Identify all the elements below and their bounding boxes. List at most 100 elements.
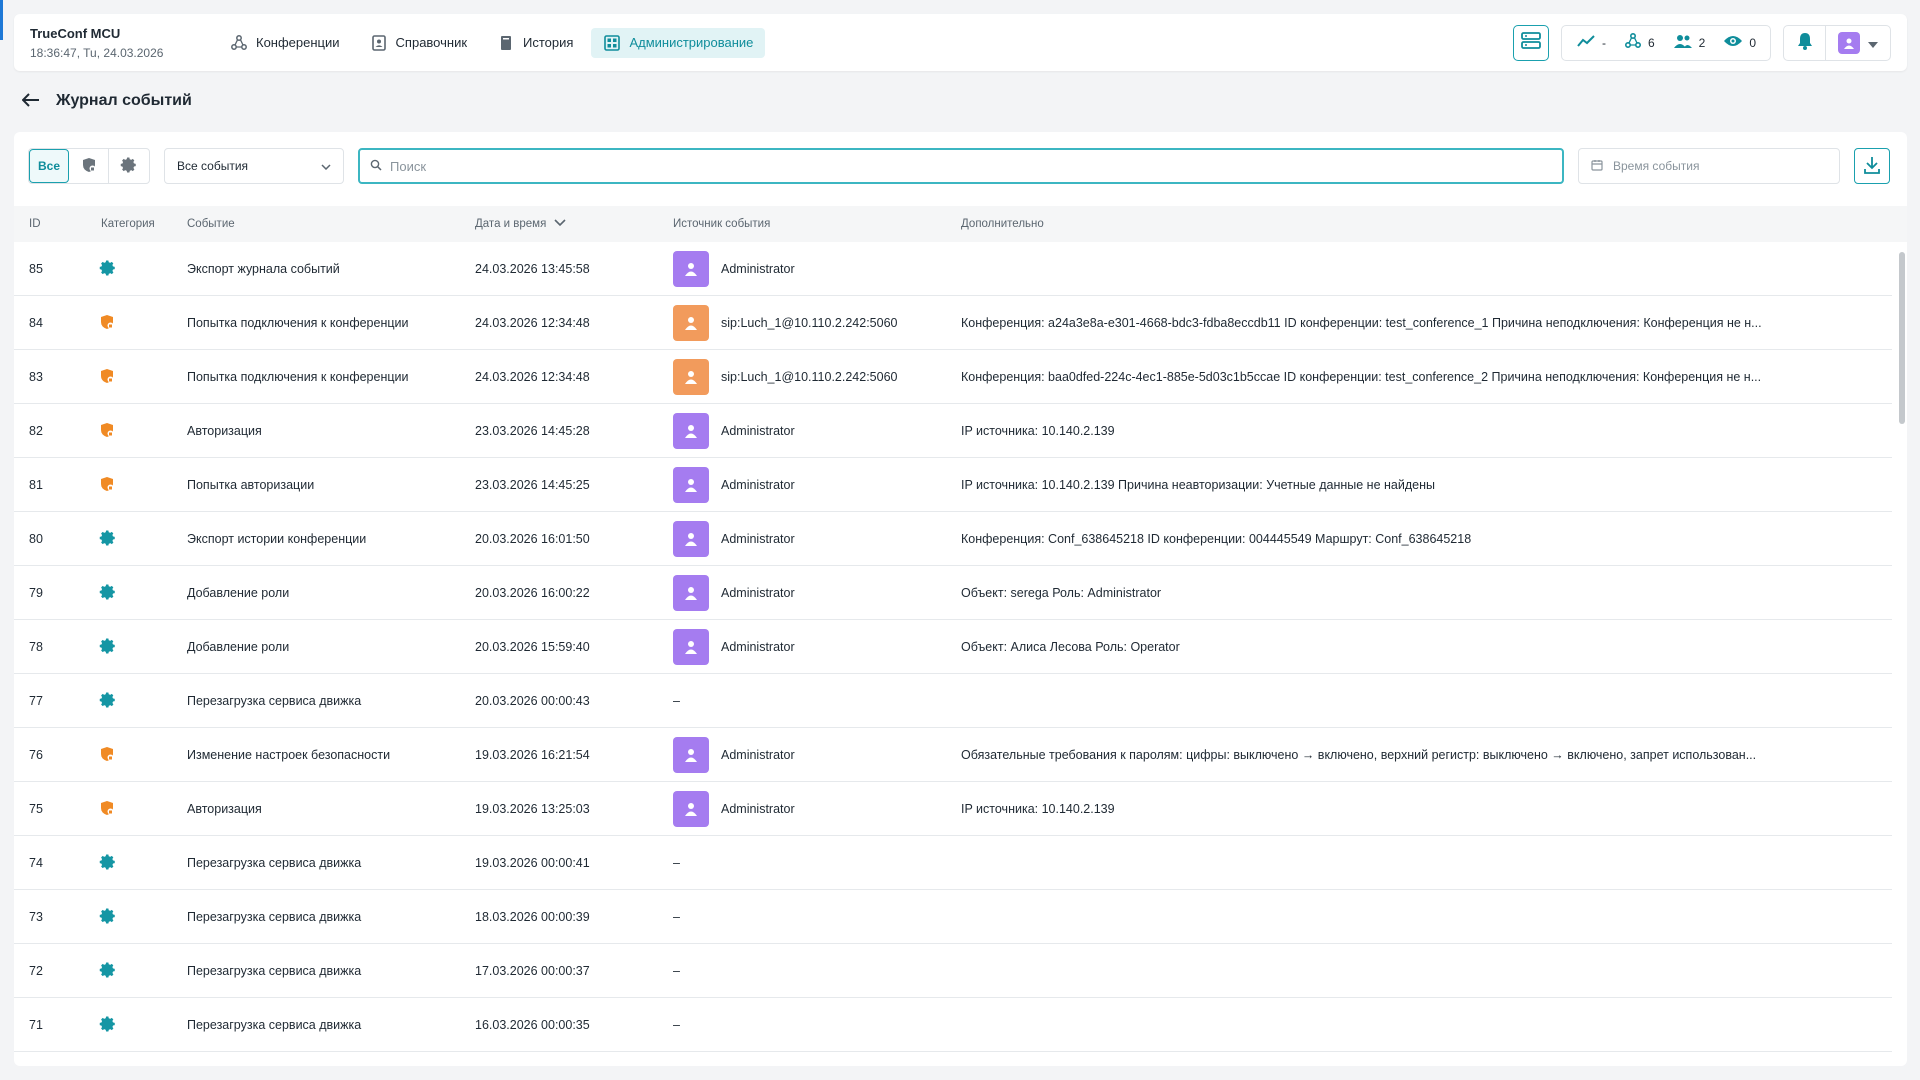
gear-icon — [99, 259, 117, 280]
filter-all-button[interactable]: Все — [29, 149, 69, 183]
search-icon — [370, 158, 382, 174]
row-category — [99, 458, 149, 512]
avatar — [673, 251, 709, 287]
avatar — [673, 359, 709, 395]
gear-icon — [99, 529, 117, 550]
row-datetime: 24.03.2026 12:34:48 — [475, 316, 590, 330]
notifications-button[interactable] — [1784, 25, 1826, 60]
row-extra: Конференция: a24a3e8a-e301-4668-bdc3-fdb… — [961, 316, 1762, 330]
row-extra — [961, 944, 1796, 998]
row-id: 75 — [29, 802, 43, 816]
row-event: Перезагрузка сервиса движка — [187, 856, 362, 870]
row-extra: IP источника: 10.140.2.139 Причина неавт… — [961, 478, 1435, 492]
filter-system-button[interactable] — [109, 149, 149, 183]
table-row[interactable]: 82 Авторизация 23.03.2026 14:45:28 Admin… — [14, 404, 1892, 458]
conferences-icon — [1624, 32, 1642, 53]
avatar — [673, 467, 709, 503]
nav-item-history[interactable]: История — [485, 28, 585, 58]
event-time-field[interactable]: Время события — [1578, 148, 1840, 184]
table-row[interactable]: 85 Экспорт журнала событий 24.03.2026 13… — [14, 242, 1892, 296]
user-menu-button[interactable] — [1826, 26, 1890, 60]
nav-item-directory[interactable]: Справочник — [358, 28, 480, 58]
row-category — [99, 242, 149, 296]
row-source-label: Administrator — [721, 478, 795, 492]
row-source: – — [673, 998, 953, 1052]
table-row[interactable]: 80 Экспорт истории конференции 20.03.202… — [14, 512, 1892, 566]
gear-icon — [99, 1015, 117, 1036]
row-datetime: 19.03.2026 13:25:03 — [475, 802, 590, 816]
person-icon — [683, 801, 699, 817]
filter-security-button[interactable] — [69, 149, 109, 183]
table-row[interactable]: 83 Попытка подключения к конференции 24.… — [14, 350, 1892, 404]
row-source: Administrator — [673, 620, 953, 674]
table-scrollbar[interactable] — [1899, 252, 1905, 424]
table-row[interactable]: 84 Попытка подключения к конференции 24.… — [14, 296, 1892, 350]
row-event: Добавление роли — [187, 640, 290, 654]
row-source-label: – — [673, 1018, 680, 1032]
row-extra — [961, 890, 1796, 944]
stats-panel[interactable]: - 6 2 0 — [1560, 24, 1771, 61]
avatar — [673, 737, 709, 773]
back-arrow-icon[interactable] — [21, 92, 40, 110]
row-source-label: – — [673, 964, 680, 978]
table-row[interactable]: 74 Перезагрузка сервиса движка 19.03.202… — [14, 836, 1892, 890]
row-category — [99, 890, 149, 944]
row-source: Administrator — [673, 512, 953, 566]
row-extra — [961, 998, 1796, 1052]
table-row[interactable]: 76 Изменение настроек безопасности 19.03… — [14, 728, 1892, 782]
stat-viewers-value: 0 — [1749, 35, 1756, 50]
download-button[interactable] — [1854, 148, 1890, 184]
row-source-label: Administrator — [721, 640, 795, 654]
stat-load-value: - — [1601, 35, 1606, 50]
user-avatar — [1838, 31, 1860, 54]
row-extra: Объект: Алиса Лесова Роль: Operator — [961, 640, 1180, 654]
table-row[interactable]: 71 Перезагрузка сервиса движка 16.03.202… — [14, 998, 1892, 1052]
shield-icon — [99, 746, 115, 765]
table-row[interactable]: 73 Перезагрузка сервиса движка 18.03.202… — [14, 890, 1892, 944]
table-row[interactable]: 79 Добавление роли 20.03.2026 16:00:22 A… — [14, 566, 1892, 620]
row-extra: Конференция: Conf_638645218 ID конференц… — [961, 532, 1472, 546]
server-status-button[interactable] — [1512, 24, 1549, 61]
row-id: 78 — [29, 640, 43, 654]
eye-icon — [1723, 34, 1743, 51]
col-datetime-label: Дата и время — [475, 218, 547, 230]
row-category — [99, 350, 149, 404]
event-type-select[interactable]: Все события — [164, 148, 344, 184]
table-row[interactable]: 78 Добавление роли 20.03.2026 15:59:40 A… — [14, 620, 1892, 674]
row-source-label: sip:Luch_1@10.110.2.242:5060 — [721, 370, 898, 384]
row-source-label: Administrator — [721, 424, 795, 438]
table-row[interactable]: 77 Перезагрузка сервиса движка 20.03.202… — [14, 674, 1892, 728]
row-category — [99, 512, 149, 566]
avatar — [673, 629, 709, 665]
category-filter: Все — [28, 148, 150, 184]
row-event: Перезагрузка сервиса движка — [187, 910, 362, 924]
person-icon — [683, 639, 699, 655]
table-header: ID Категория Событие Дата и время Источн… — [14, 206, 1907, 242]
row-source: – — [673, 944, 953, 998]
col-datetime-sort[interactable]: Дата и время — [475, 206, 566, 242]
shield-icon — [81, 157, 97, 176]
table-row[interactable]: 72 Перезагрузка сервиса движка 17.03.202… — [14, 944, 1892, 998]
row-event: Попытка подключения к конференции — [187, 316, 409, 330]
person-icon — [683, 477, 699, 493]
table-row[interactable]: 75 Авторизация 19.03.2026 13:25:03 Admin… — [14, 782, 1892, 836]
stat-conferences-value: 6 — [1647, 35, 1655, 50]
row-datetime: 20.03.2026 16:00:22 — [475, 586, 590, 600]
row-datetime: 17.03.2026 00:00:37 — [475, 964, 590, 978]
gear-icon — [99, 961, 117, 982]
table-row[interactable]: 81 Попытка авторизации 23.03.2026 14:45:… — [14, 458, 1892, 512]
download-icon — [1864, 156, 1880, 177]
avatar — [673, 413, 709, 449]
gear-icon — [99, 691, 117, 712]
row-id: 74 — [29, 856, 43, 870]
app-title: TrueConf MCU — [30, 25, 121, 41]
row-event: Изменение настроек безопасности — [187, 748, 391, 762]
row-source-label: Administrator — [721, 262, 795, 276]
trend-icon — [1576, 34, 1596, 51]
search-input[interactable] — [390, 158, 1552, 174]
server-icon — [1520, 31, 1542, 54]
row-category — [99, 566, 149, 620]
nav-item-administration[interactable]: Администрирование — [591, 27, 766, 58]
nav-item-conferences[interactable]: Конференции — [218, 28, 352, 58]
chevron-down-icon — [321, 159, 331, 173]
